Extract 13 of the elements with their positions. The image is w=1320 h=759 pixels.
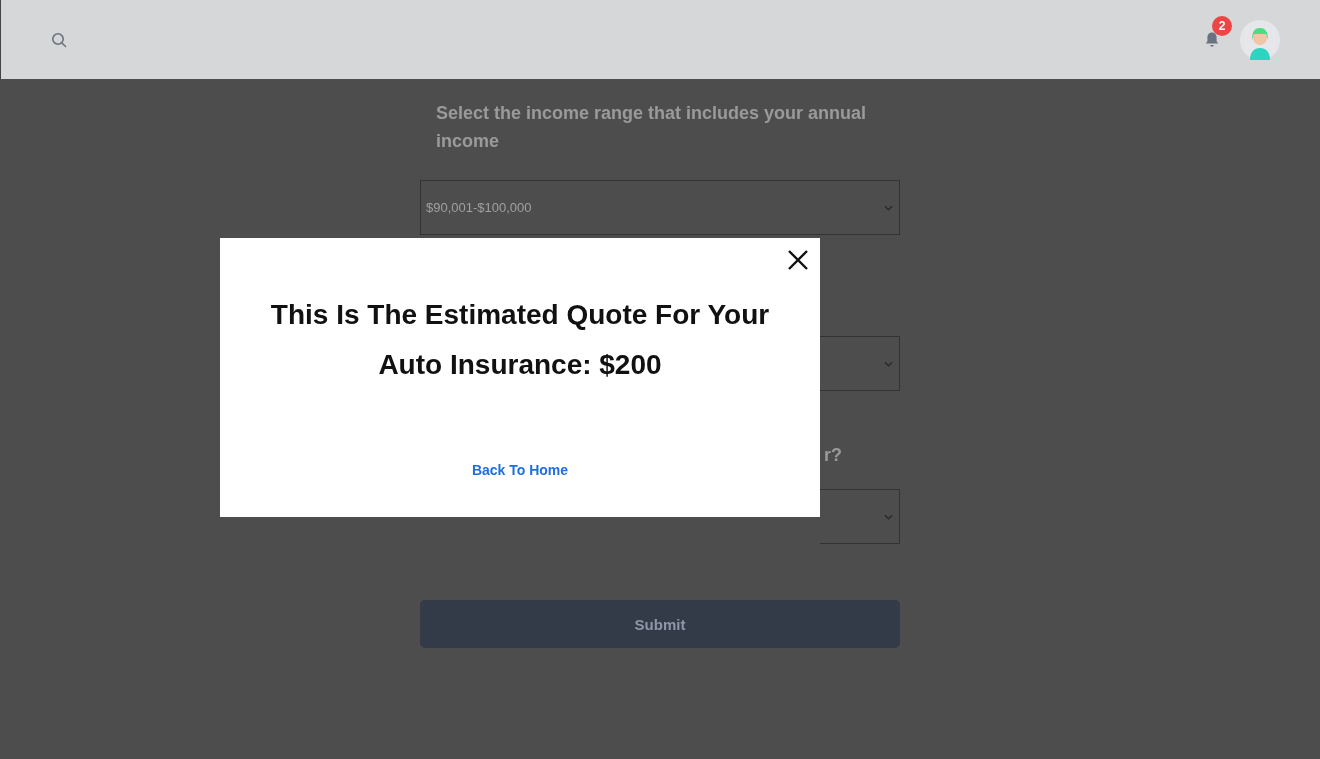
chevron-icon — [884, 360, 893, 367]
chevron-icon — [884, 513, 893, 520]
dialog-title: This Is The Estimated Quote For Your Auto Insurance: $200 — [269, 298, 771, 382]
back-home-link[interactable]: Back To Home — [471, 462, 569, 478]
dropdown-field[interactable]: $90,001-$100,000 — [420, 180, 900, 235]
search-icon[interactable] — [51, 31, 67, 48]
chevron-icon — [884, 204, 893, 211]
submit-button[interactable]: Submit — [420, 600, 900, 648]
notification-badge: 2 — [1212, 15, 1232, 36]
question-label: Select the income range that includes your annual income — [436, 102, 868, 153]
close-icon[interactable] — [787, 249, 809, 271]
bell-icon[interactable] — [1204, 30, 1220, 49]
question-label: r? — [824, 444, 842, 467]
